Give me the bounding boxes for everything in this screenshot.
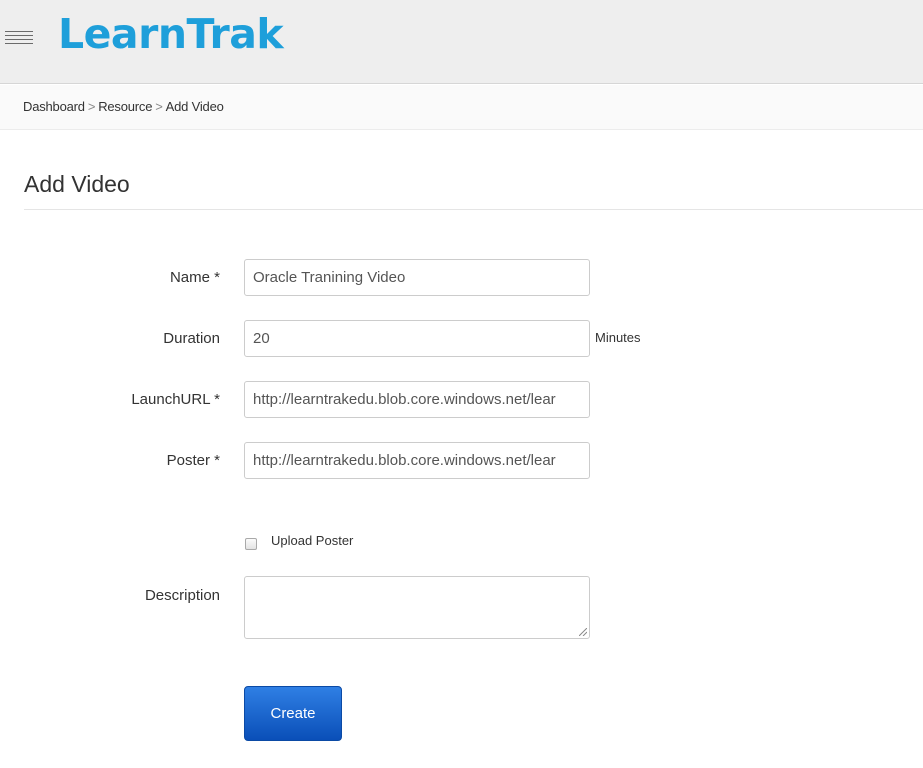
upload-poster-checkbox[interactable] [245,538,257,550]
launch-url-label: LaunchURL * [131,391,220,408]
app-logo[interactable]: LearnTrak [58,8,284,60]
poster-label: Poster * [166,452,220,469]
description-label: Description [144,587,220,604]
breadcrumb-separator: > [87,99,96,114]
name-input[interactable] [244,259,590,296]
breadcrumb-separator: > [155,99,163,114]
launch-url-input[interactable] [244,381,590,418]
poster-input[interactable] [244,442,590,479]
resize-grip-icon[interactable] [579,628,587,636]
title-divider [24,209,923,210]
hamburger-menu-icon[interactable] [5,29,33,47]
duration-unit: Minutes [595,330,641,345]
upload-poster-label[interactable]: Upload Poster [271,533,353,549]
breadcrumb-resource[interactable]: Resource [98,99,152,114]
create-button[interactable]: Create [244,686,342,741]
duration-input[interactable] [244,320,590,357]
name-label: Name * [169,269,220,286]
breadcrumb-current: Add Video [165,99,224,114]
duration-label: Duration [163,330,220,347]
breadcrumb-dashboard[interactable]: Dashboard [23,99,85,114]
description-textarea[interactable] [244,576,590,639]
breadcrumb: Dashboard > Resource > Add Video [0,85,923,130]
page-title: Add Video [24,171,130,197]
app-header: LearnTrak [0,0,923,84]
